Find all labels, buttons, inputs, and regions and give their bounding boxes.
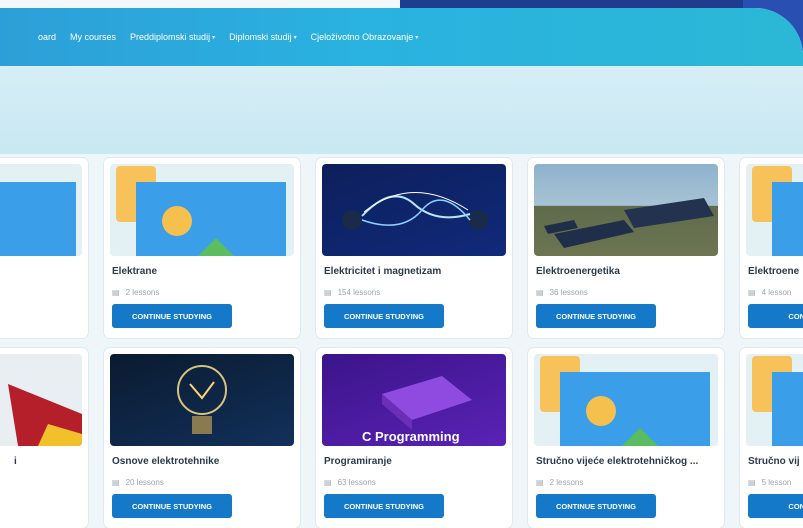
chevron-down-icon: ▾ [415,34,419,41]
course-thumbnail [534,164,718,256]
lesson-count: ▤ 36 lessons [536,288,588,297]
chevron-down-icon: ▾ [293,34,297,41]
continue-studying-button[interactable]: CONTINUE [748,494,803,518]
course-card-elektricitet[interactable]: Elektricitet i magnetizam ▤ 154 lessons … [316,158,512,338]
book-icon: ▤ [112,288,120,297]
lesson-count: ▤ 154 lessons [324,288,381,297]
course-thumbnail [322,164,506,256]
course-card-programiranje[interactable]: C Programming Programiranje ▤ 63 lessons… [316,348,512,528]
continue-studying-button[interactable]: CONTINUE [748,304,803,328]
course-grid: Elektrane ▤ 2 lessons CONTINUE STUDYING [0,154,803,528]
course-card-elektroene[interactable]: Elektroene ▤ 4 lesson CONTINUE [740,158,803,338]
course-thumbnail [0,354,82,446]
course-thumbnail [110,354,294,446]
top-navbar: oard My courses Preddiplomski studij ▾ D… [0,8,803,66]
course-card[interactable] [0,158,88,338]
book-icon: ▤ [748,288,756,297]
course-thumbnail-placeholder [746,354,803,446]
nav-preddiplomski[interactable]: Preddiplomski studij ▾ [130,32,215,42]
book-icon: ▤ [324,478,332,487]
lesson-count: ▤ 63 lessons [324,478,376,487]
course-title[interactable]: Stručno vij [748,456,803,467]
continue-studying-button[interactable]: CONTINUE STUDYING [536,494,656,518]
course-card-strucno-vij[interactable]: Stručno vij ▤ 5 lesson CONTINUE [740,348,803,528]
book-icon: ▤ [748,478,756,487]
course-title[interactable]: Elektroene [748,266,803,277]
continue-studying-button[interactable]: CONTINUE STUDYING [536,304,656,328]
book-icon: ▤ [536,288,544,297]
course-card-osnove[interactable]: Osnove elektrotehnike ▤ 20 lessons CONTI… [104,348,300,528]
course-title[interactable]: Stručno vijeće elektrotehničkog ... [536,456,720,467]
book-icon: ▤ [324,288,332,297]
course-card-strucno-vijece[interactable]: Stručno vijeće elektrotehničkog ... ▤ 2 … [528,348,724,528]
course-card-elektrane[interactable]: Elektrane ▤ 2 lessons CONTINUE STUDYING [104,158,300,338]
course-card-elektroenergetika[interactable]: Elektroenergetika ▤ 36 lessons CONTINUE … [528,158,724,338]
course-title[interactable]: Elektroenergetika [536,266,720,277]
nav-dashboard[interactable]: oard [38,32,56,42]
course-title[interactable]: Elektrane [112,266,296,277]
course-card[interactable]: i [0,348,88,528]
course-title[interactable]: Elektricitet i magnetizam [324,266,508,277]
continue-studying-button[interactable]: CONTINUE STUDYING [324,494,444,518]
continue-studying-button[interactable]: CONTINUE STUDYING [112,304,232,328]
hero-banner [0,66,803,154]
browser-frame: oard My courses Preddiplomski studij ▾ D… [0,8,803,528]
chevron-down-icon: ▾ [212,34,216,41]
continue-studying-button[interactable]: CONTINUE STUDYING [112,494,232,518]
book-icon: ▤ [112,478,120,487]
course-title[interactable]: Osnove elektrotehnike [112,456,296,467]
nav-cjelozivotno[interactable]: Cjeloživotno Obrazovanje ▾ [311,32,419,42]
course-thumbnail [0,164,82,256]
lesson-count: ▤ 2 lessons [536,478,584,487]
course-thumbnail-placeholder [534,354,718,446]
nav-diplomski[interactable]: Diplomski studij ▾ [229,32,297,42]
lesson-count: ▤ 5 lesson [748,478,792,487]
course-thumbnail-placeholder [746,164,803,256]
course-thumbnail-placeholder [110,164,294,256]
lesson-count: ▤ 20 lessons [112,478,164,487]
nav-my-courses[interactable]: My courses [70,32,116,42]
course-title[interactable]: Programiranje [324,456,508,467]
course-thumbnail: C Programming [322,354,506,446]
continue-studying-button[interactable]: CONTINUE STUDYING [324,304,444,328]
book-icon: ▤ [536,478,544,487]
thumbnail-text: C Programming [362,429,460,444]
lesson-count: ▤ 4 lesson [748,288,792,297]
lesson-count: ▤ 2 lessons [112,288,160,297]
